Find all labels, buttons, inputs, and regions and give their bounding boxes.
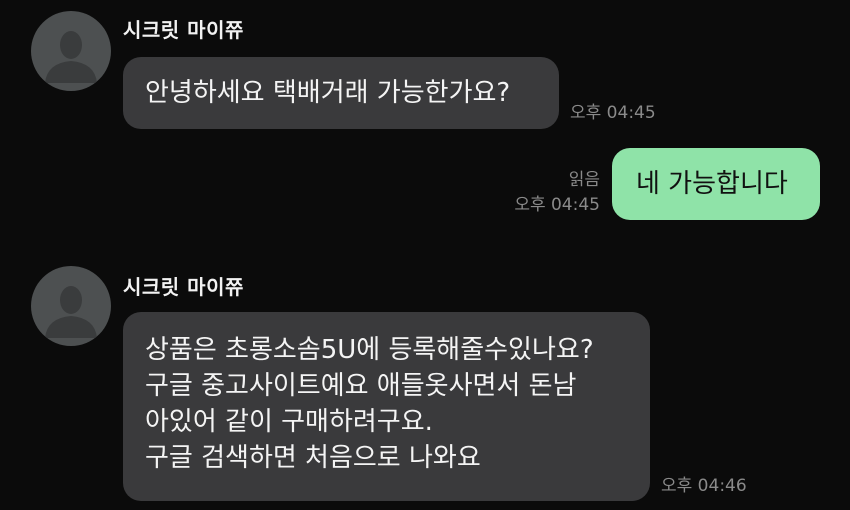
message-text-line: 아있어 같이 구매하려구요. xyxy=(145,407,433,437)
sender-name[interactable]: 시크릿 마이쮸 xyxy=(123,14,244,43)
chat-conversation: 시크릿 마이쮸 안녕하세요 택배거래 가능한가요? 오후 04:45 읽음 오후… xyxy=(0,0,850,510)
message-text-line: 구글 중고사이트예요 애들옷사면서 돈남 xyxy=(145,371,577,401)
message-text: 안녕하세요 택배거래 가능한가요? xyxy=(145,78,511,108)
sender-name[interactable]: 시크릿 마이쮸 xyxy=(123,271,244,300)
default-user-silhouette-icon xyxy=(45,31,97,83)
message-timestamp: 오후 04:45 xyxy=(514,195,600,215)
message-timestamp: 오후 04:45 xyxy=(570,103,656,123)
message-text-line: 구글 검색하면 처음으로 나와요 xyxy=(145,443,481,473)
read-receipt: 읽음 xyxy=(568,170,600,190)
message-text-line: 상품은 초롱소솜5U에 등록해줄수있나요? xyxy=(145,335,594,365)
message-text: 네 가능합니다 xyxy=(636,169,788,199)
outgoing-message-bubble[interactable]: 네 가능합니다 xyxy=(612,148,820,220)
sender-avatar[interactable] xyxy=(31,266,111,346)
message-timestamp: 오후 04:46 xyxy=(661,476,747,496)
sender-avatar[interactable] xyxy=(31,11,111,91)
default-user-silhouette-icon xyxy=(45,286,97,338)
incoming-message-bubble[interactable]: 안녕하세요 택배거래 가능한가요? xyxy=(123,57,559,129)
incoming-message-bubble[interactable]: 상품은 초롱소솜5U에 등록해줄수있나요? 구글 중고사이트예요 애들옷사면서 … xyxy=(123,312,650,501)
